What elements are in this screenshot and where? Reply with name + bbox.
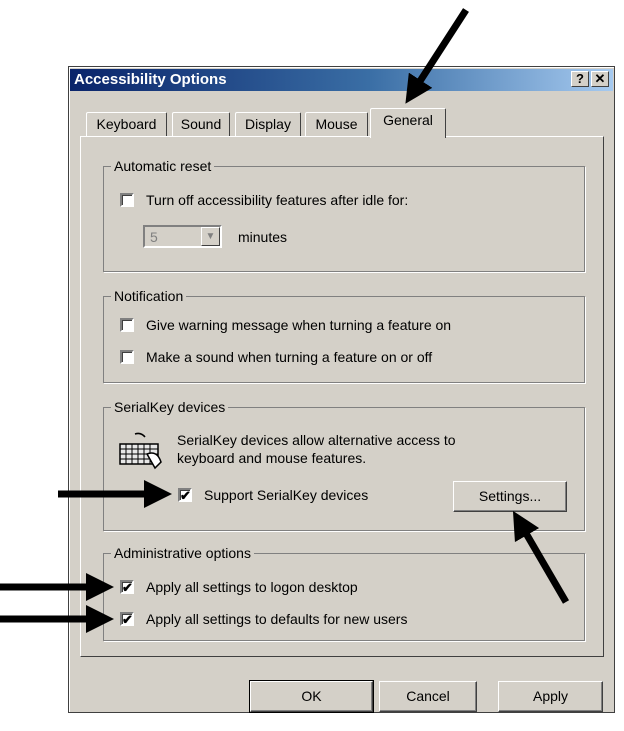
arrow-to-settings-button [512,510,570,604]
arrow-to-general-tab [405,8,469,104]
callout-arrows [0,8,570,633]
